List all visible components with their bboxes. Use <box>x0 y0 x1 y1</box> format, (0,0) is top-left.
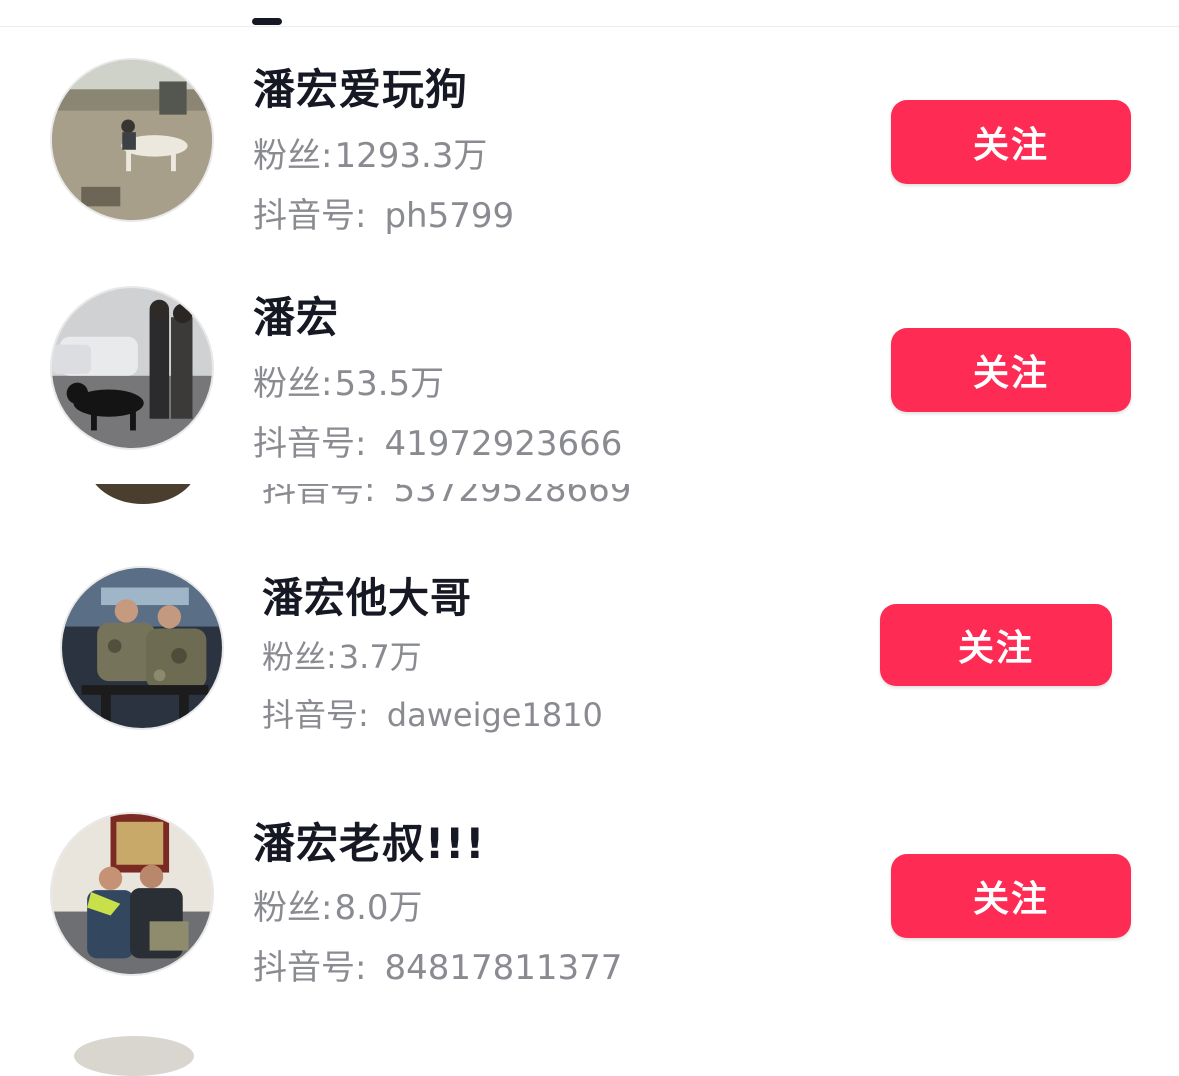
fans-value: 53.5万 <box>334 364 445 404</box>
avatar[interactable] <box>50 58 214 222</box>
fans-value: 1293.3万 <box>334 136 488 176</box>
fans-value: 3.7万 <box>338 638 422 676</box>
fans-label: 粉丝: <box>262 638 337 676</box>
partial-user-row: 抖音号: 53729528669 <box>0 484 1179 506</box>
avatar-dog-walk-photo <box>52 288 212 448</box>
douyin-id: 抖音号: ph5799 <box>253 188 514 237</box>
avatar[interactable] <box>50 812 214 976</box>
fans-label: 粉丝: <box>253 136 333 176</box>
user-name: 潘宏 <box>253 293 340 342</box>
avatar-dog-field-photo <box>52 60 212 220</box>
tab-indicator <box>252 18 282 25</box>
user-row[interactable]: 潘宏老叔!!! 粉丝:8.0万 抖音号: 84817811377 关注 <box>0 794 1179 994</box>
header-divider <box>0 26 1179 27</box>
id-label: 抖音号: <box>262 484 376 506</box>
follow-button[interactable]: 关注 <box>891 854 1131 938</box>
user-row[interactable]: 潘宏他大哥 粉丝:3.7万 抖音号: daweige1810 关注 <box>0 548 1179 748</box>
id-label: 抖音号: <box>262 696 369 734</box>
fans-value: 8.0万 <box>334 888 423 928</box>
id-value: daweige1810 <box>386 696 603 734</box>
douyin-id: 抖音号: 41972923666 <box>253 416 622 465</box>
fans-count: 粉丝:8.0万 <box>253 880 423 929</box>
user-row[interactable]: 潘宏爱玩狗 粉丝:1293.3万 抖音号: ph5799 关注 <box>0 40 1179 240</box>
user-name: 潘宏他大哥 <box>262 574 472 622</box>
follow-button[interactable]: 关注 <box>880 604 1112 686</box>
partial-avatar-bottom <box>74 1036 194 1076</box>
id-value: ph5799 <box>384 196 515 236</box>
id-label: 抖音号: <box>253 196 367 236</box>
avatar-two-men-photo <box>52 814 212 974</box>
avatar[interactable] <box>50 286 214 450</box>
fans-label: 粉丝: <box>253 364 333 404</box>
fans-label: 粉丝: <box>253 888 333 928</box>
fans-count: 粉丝:3.7万 <box>262 632 422 678</box>
partial-douyin-id: 抖音号: 53729528669 <box>262 484 631 506</box>
user-name: 潘宏老叔!!! <box>253 819 486 868</box>
id-value: 84817811377 <box>384 948 623 988</box>
user-name: 潘宏爱玩狗 <box>253 65 469 114</box>
partial-avatar <box>88 484 198 504</box>
id-value: 53729528669 <box>393 484 632 506</box>
id-label: 抖音号: <box>253 424 367 464</box>
follow-button[interactable]: 关注 <box>891 328 1131 412</box>
id-value: 41972923666 <box>384 424 623 464</box>
follow-button[interactable]: 关注 <box>891 100 1131 184</box>
user-row[interactable]: 潘宏 粉丝:53.5万 抖音号: 41972923666 关注 <box>0 268 1179 468</box>
douyin-id: 抖音号: daweige1810 <box>262 690 603 736</box>
avatar-camo-men-photo <box>62 568 222 728</box>
avatar[interactable] <box>60 566 224 730</box>
fans-count: 粉丝:53.5万 <box>253 356 444 405</box>
douyin-id: 抖音号: 84817811377 <box>253 940 622 989</box>
id-label: 抖音号: <box>253 948 367 988</box>
fans-count: 粉丝:1293.3万 <box>253 128 487 177</box>
